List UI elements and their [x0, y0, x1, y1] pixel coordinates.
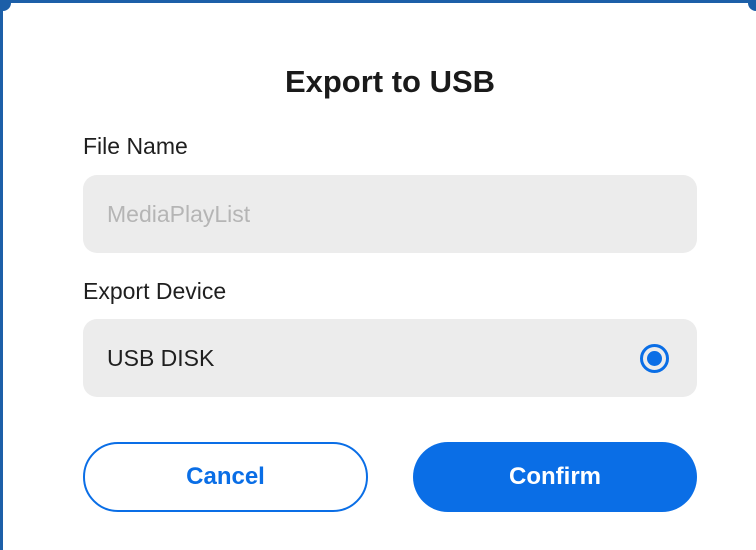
radio-dot: [647, 350, 662, 366]
device-option-label: USB DISK: [107, 344, 215, 371]
radio-selected-icon[interactable]: [640, 343, 669, 373]
file-name-label: File Name: [83, 133, 188, 159]
confirm-button[interactable]: Confirm: [413, 442, 697, 512]
export-dialog: Export to USB File Name Export Device US…: [0, 0, 756, 550]
export-device-label: Export Device: [83, 278, 227, 304]
dialog-title: Export to USB: [284, 64, 496, 99]
file-name-field-container[interactable]: [83, 175, 697, 253]
file-name-input[interactable]: [107, 200, 697, 228]
device-option-usb-disk[interactable]: USB DISK: [83, 319, 697, 397]
cancel-button[interactable]: Cancel: [83, 442, 368, 512]
